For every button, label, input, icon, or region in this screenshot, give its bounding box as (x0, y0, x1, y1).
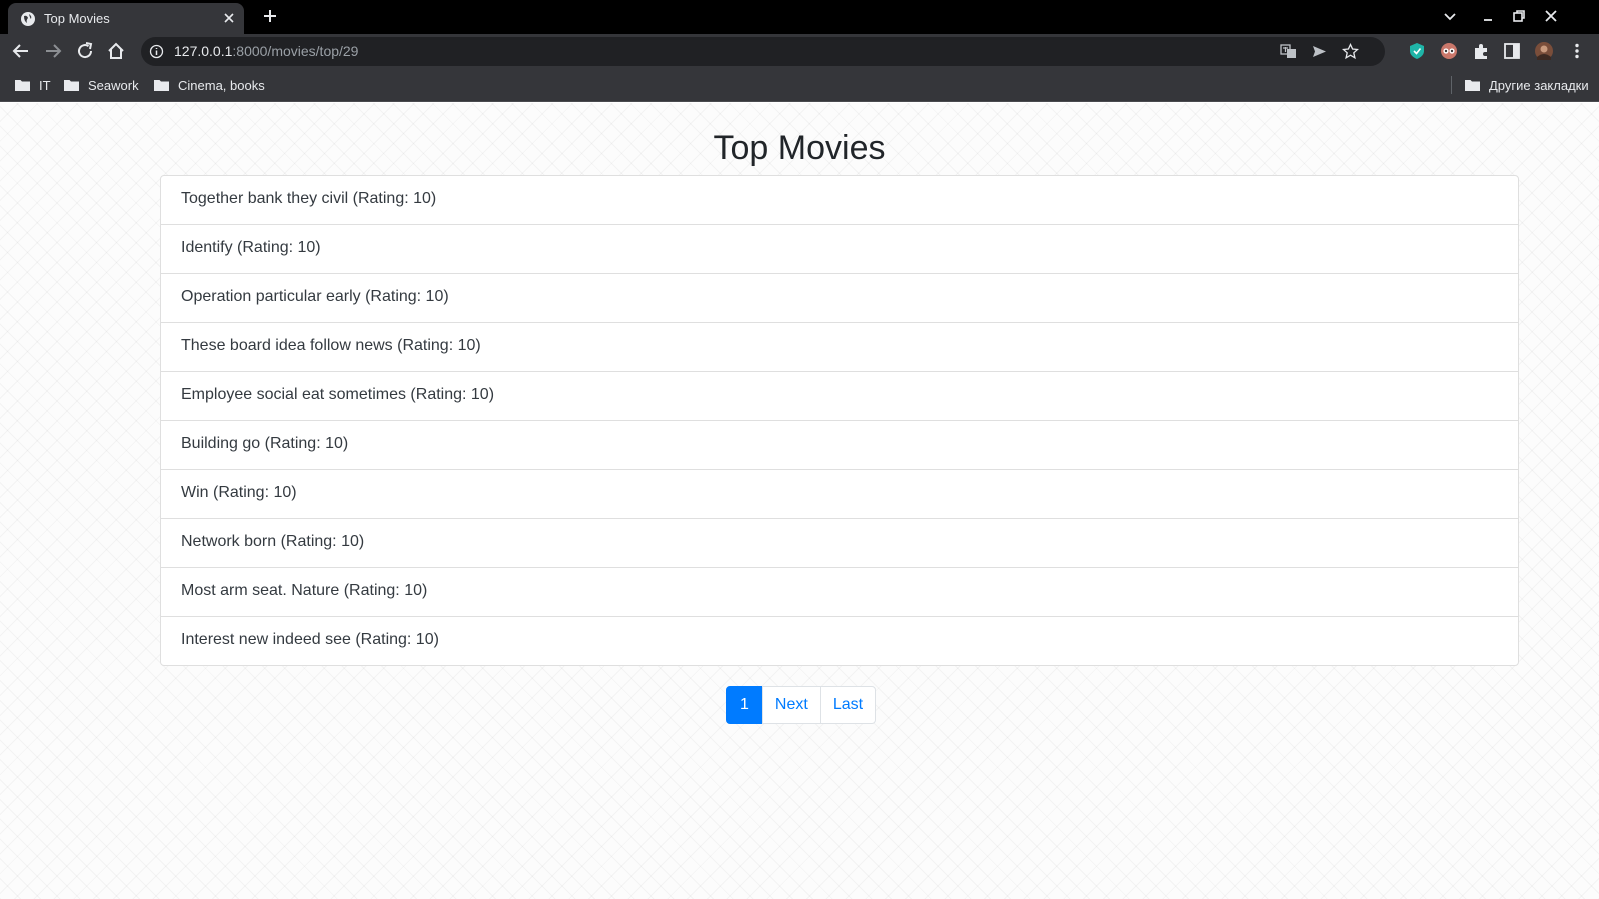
list-item: Interest new indeed see (Rating: 10) (181, 631, 439, 648)
send-icon[interactable] (1311, 43, 1328, 60)
other-bookmarks[interactable]: Другие закладки (1465, 76, 1589, 94)
globe-icon (21, 12, 35, 26)
extensions-puzzle-icon[interactable] (1472, 42, 1490, 60)
folder-icon (15, 80, 30, 91)
list-item: Building go (Rating: 10) (161, 421, 1518, 470)
tab-strip: Top Movies (0, 0, 1599, 34)
close-window-icon[interactable] (1543, 8, 1559, 24)
translate-icon[interactable] (1280, 43, 1297, 60)
bookmarks-divider (1451, 76, 1452, 94)
folder-icon (1465, 80, 1480, 91)
page-1-button[interactable]: 1 (726, 686, 763, 724)
pagination: 1 Next Last (726, 686, 877, 724)
bookmark-label: Cinema, books (178, 77, 265, 93)
next-page-link[interactable]: Next (761, 686, 821, 724)
bookmark-label: IT (39, 77, 51, 93)
avatar[interactable] (1535, 42, 1553, 60)
url-text[interactable]: 127.0.0.1:8000/movies/top/29 (174, 43, 358, 59)
restore-icon[interactable] (1511, 8, 1527, 24)
list-item: Network born (Rating: 10) (161, 519, 1518, 568)
close-icon[interactable] (222, 11, 236, 25)
page-content: Top Movies Together bank they civil (Rat… (0, 103, 1599, 899)
plus-icon[interactable] (262, 8, 278, 24)
reload-icon[interactable] (75, 41, 95, 61)
list-item: Together bank they civil (Rating: 10) (161, 176, 1518, 225)
page-title: Top Movies (713, 129, 886, 167)
shield-extension-icon[interactable] (1408, 42, 1426, 60)
back-icon[interactable] (11, 41, 31, 61)
star-icon[interactable] (1342, 43, 1359, 60)
home-icon[interactable] (106, 41, 126, 61)
list-item: Operation particular early (Rating: 10) (161, 274, 1518, 323)
forward-icon[interactable] (43, 41, 63, 61)
bookmark-folder-cinema-books[interactable]: Cinema, books (154, 76, 265, 94)
chevron-down-icon[interactable] (1442, 8, 1458, 24)
list-item: These board idea follow news (Rating: 10… (161, 323, 1518, 372)
info-icon[interactable] (149, 44, 164, 59)
bookmark-label: Seawork (88, 77, 139, 93)
side-panel-icon[interactable] (1503, 42, 1521, 60)
bookmarks-bar: IT Seawork Cinema, books Другие закладки (0, 68, 1599, 102)
tab-title: Top Movies (44, 11, 110, 26)
glasses-extension-icon[interactable] (1440, 42, 1458, 60)
list-item: Employee social eat sometimes (Rating: 1… (161, 372, 1518, 421)
list-item: Identify (Rating: 10) (161, 225, 1518, 274)
folder-icon (64, 80, 79, 91)
minimize-icon[interactable] (1480, 8, 1496, 24)
browser-toolbar: 127.0.0.1:8000/movies/top/29 (0, 34, 1599, 68)
address-bar[interactable]: 127.0.0.1:8000/movies/top/29 (141, 37, 1385, 66)
other-bookmarks-label: Другие закладки (1489, 77, 1589, 93)
bookmark-folder-seawork[interactable]: Seawork (64, 76, 139, 94)
list-item: Most arm seat. Nature (Rating: 10) (161, 568, 1518, 617)
menu-icon[interactable] (1568, 42, 1586, 60)
url-path: :8000/movies/top/29 (232, 43, 359, 59)
list-item: Win (Rating: 10) (161, 470, 1518, 519)
url-host: 127.0.0.1 (174, 43, 233, 59)
browser-tab[interactable]: Top Movies (8, 3, 244, 34)
last-page-link[interactable]: Last (819, 686, 877, 724)
folder-icon (154, 80, 169, 91)
bookmark-folder-it[interactable]: IT (15, 76, 51, 94)
movie-list: Together bank they civil (Rating: 10) Id… (160, 175, 1519, 666)
